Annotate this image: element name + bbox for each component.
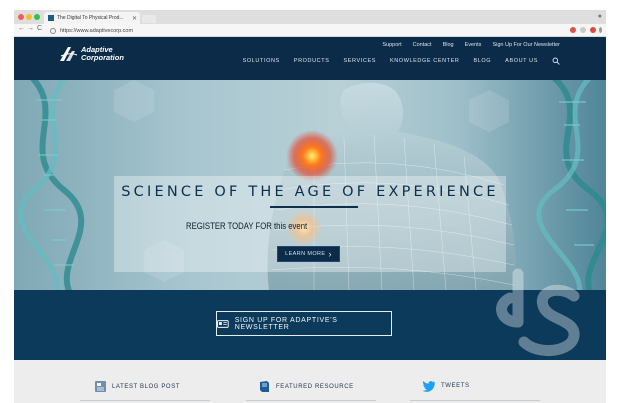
- utility-nav: Support Contact Blog Events Sign Up For …: [382, 42, 560, 48]
- newsletter-band: SIGN UP FOR ADAPTIVE'S NEWSLETTER: [14, 268, 606, 360]
- watermark-logo-icon: [496, 268, 580, 357]
- site-header: Adaptive Corporation Support Contact Blo…: [14, 37, 606, 80]
- forward-button[interactable]: →: [27, 25, 34, 32]
- util-link-newsletter[interactable]: Sign Up For Our Newsletter: [492, 42, 560, 48]
- nav-solutions[interactable]: SOLUTIONS: [243, 58, 280, 64]
- learn-more-label: LEARN MORE: [285, 251, 326, 257]
- favicon-icon: [48, 15, 54, 21]
- profile-icon[interactable]: ●: [598, 13, 602, 20]
- tab-bar: The Digital To Physical Prod... ✕ ●: [14, 10, 606, 24]
- hero-banner: SCIENCE OF THE AGE OF EXPERIENCE REGISTE…: [14, 80, 606, 290]
- extension-icon[interactable]: [590, 27, 596, 33]
- featured-resource-label: FEATURED RESOURCE: [276, 383, 354, 390]
- latest-blog-post-label: LATEST BLOG POST: [112, 383, 181, 390]
- twitter-bird-icon: [422, 381, 436, 392]
- new-tab-button[interactable]: [142, 15, 156, 23]
- tweets-link[interactable]: TWEETS: [422, 380, 470, 392]
- hero-divider: [270, 206, 358, 208]
- back-button[interactable]: ←: [18, 25, 25, 32]
- nav-services[interactable]: SERVICES: [343, 58, 376, 64]
- divider: [410, 400, 540, 401]
- util-link-events[interactable]: Events: [465, 42, 482, 48]
- reload-button[interactable]: C: [37, 25, 42, 32]
- site-logo[interactable]: Adaptive Corporation: [58, 46, 124, 62]
- close-window-button[interactable]: [18, 14, 24, 20]
- util-link-support[interactable]: Support: [382, 42, 401, 48]
- bookmark-star-icon[interactable]: [580, 27, 586, 33]
- maximize-window-button[interactable]: [34, 14, 40, 20]
- nav-blog[interactable]: BLOG: [473, 58, 491, 64]
- main-nav: SOLUTIONS PRODUCTS SERVICES KNOWLEDGE CE…: [243, 57, 560, 65]
- browser-window: The Digital To Physical Prod... ✕ ● ← → …: [14, 10, 606, 403]
- info-icon[interactable]: [50, 27, 56, 34]
- tab-title: The Digital To Physical Prod...: [57, 15, 124, 21]
- newspaper-icon: [217, 319, 229, 328]
- hero-subheadline: REGISTER TODAY FOR this event: [186, 221, 308, 231]
- divider: [80, 400, 210, 401]
- minimize-window-button[interactable]: [26, 14, 32, 20]
- util-link-blog[interactable]: Blog: [443, 42, 454, 48]
- footer-links-band: LATEST BLOG POST FEATURED RESOURCE TWEET…: [14, 360, 606, 403]
- book-icon: [260, 381, 269, 392]
- newsletter-signup-button[interactable]: SIGN UP FOR ADAPTIVE'S NEWSLETTER: [216, 311, 392, 336]
- blog-post-icon: [95, 381, 106, 392]
- divider: [246, 400, 376, 401]
- learn-more-button[interactable]: LEARN MORE ›: [277, 246, 340, 262]
- tab-close-icon[interactable]: ✕: [132, 15, 137, 22]
- logo-text: Adaptive Corporation: [81, 46, 124, 62]
- hero-headline: SCIENCE OF THE AGE OF EXPERIENCE: [121, 184, 499, 200]
- url-field[interactable]: https://www.adaptivecorp.com: [50, 26, 550, 35]
- nav-products[interactable]: PRODUCTS: [294, 58, 330, 64]
- search-icon[interactable]: [552, 57, 560, 65]
- nav-knowledge-center[interactable]: KNOWLEDGE CENTER: [390, 58, 460, 64]
- logo-mark-icon: [60, 47, 78, 61]
- url-text: https://www.adaptivecorp.com: [60, 27, 134, 34]
- util-link-contact[interactable]: Contact: [413, 42, 432, 48]
- chevron-right-icon: ›: [328, 249, 332, 259]
- browser-tab[interactable]: The Digital To Physical Prod... ✕: [44, 12, 140, 24]
- extension-icon[interactable]: [570, 27, 576, 33]
- featured-resource-link[interactable]: FEATURED RESOURCE: [258, 380, 354, 393]
- tweets-label: TWEETS: [441, 383, 470, 389]
- logo-line-2: Corporation: [81, 53, 124, 62]
- latest-blog-post-link[interactable]: LATEST BLOG POST: [94, 380, 180, 393]
- nav-about-us[interactable]: ABOUT US: [505, 58, 538, 64]
- address-bar: ← → C https://www.adaptivecorp.com: [14, 24, 606, 37]
- menu-kebab-icon[interactable]: [599, 27, 602, 33]
- newsletter-button-label: SIGN UP FOR ADAPTIVE'S NEWSLETTER: [234, 316, 338, 331]
